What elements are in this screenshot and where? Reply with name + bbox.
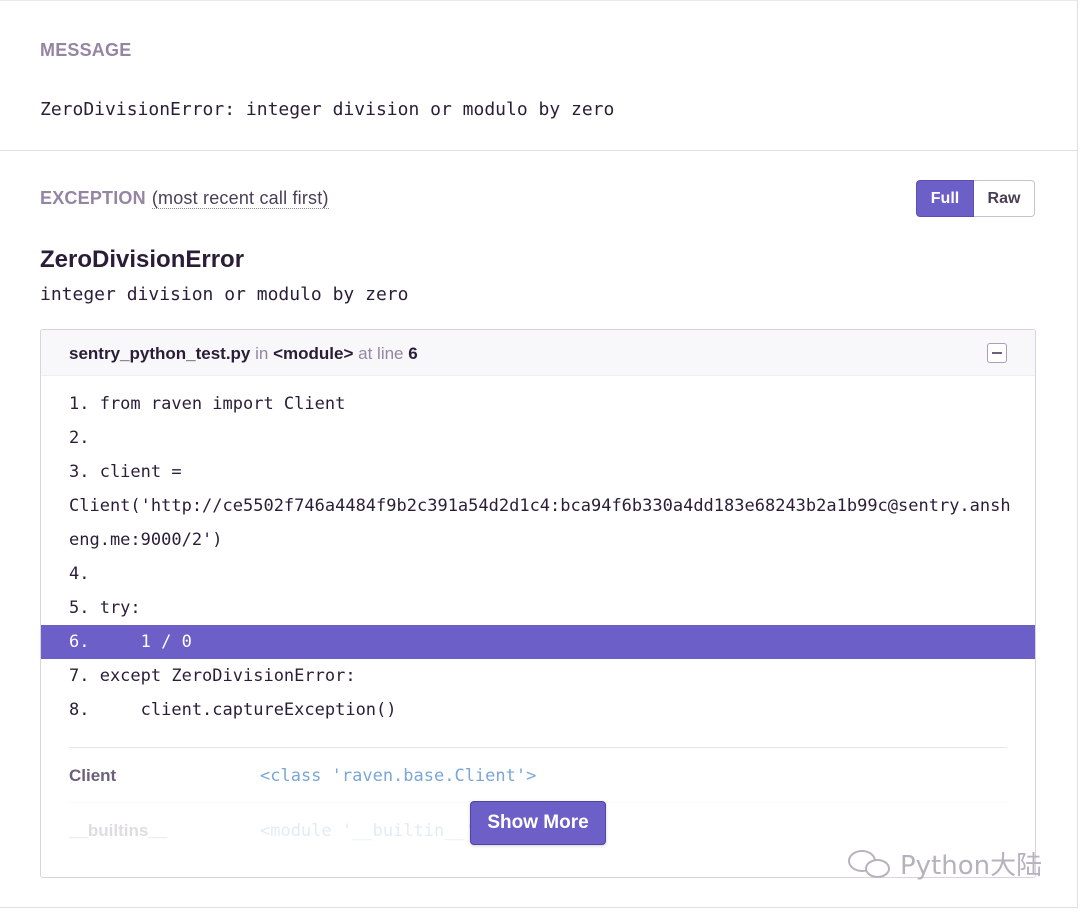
frame-title: sentry_python_test.py in <module> at lin…	[69, 344, 418, 364]
code-line: 7. except ZeroDivisionError:	[69, 666, 356, 686]
exception-heading: EXCEPTION (most recent call first)	[40, 188, 329, 209]
frame-at-line-label: at line	[358, 344, 404, 363]
raw-view-button[interactable]: Raw	[974, 180, 1035, 217]
minus-icon	[992, 352, 1002, 354]
code-line: eng.me:9000/2')	[69, 530, 223, 550]
code-line-active: 6. 1 / 0	[41, 625, 1035, 659]
code-line: 3. client =	[69, 462, 182, 482]
code-line: 4.	[69, 564, 90, 584]
code-line: 8. client.captureException()	[69, 700, 397, 720]
watermark: Python大陆	[848, 845, 1042, 882]
code-line: 2.	[69, 428, 90, 448]
exception-heading-label: EXCEPTION	[40, 188, 146, 208]
watermark-text: Python大陆	[900, 851, 1043, 881]
variable-key: Client	[69, 766, 117, 785]
frame-filename: sentry_python_test.py	[69, 344, 251, 363]
frame-line-number: 6	[408, 344, 418, 363]
stacktrace-view-toggle: Full Raw	[916, 180, 1035, 217]
variable-row: Client <class 'raven.base.Client'>	[69, 747, 1007, 802]
exception-type: ZeroDivisionError	[40, 246, 245, 273]
exception-order-link[interactable]: (most recent call first)	[151, 188, 329, 209]
code-line: Client('http://ce5502f746a4484f9b2c391a5…	[69, 496, 1011, 516]
stack-frame: sentry_python_test.py in <module> at lin…	[40, 329, 1036, 878]
frame-function: <module>	[273, 344, 354, 363]
frame-in-label: in	[255, 344, 269, 363]
full-view-button[interactable]: Full	[916, 180, 974, 217]
message-heading: MESSAGE	[40, 40, 132, 60]
show-more-button[interactable]: Show More	[470, 801, 606, 845]
message-text: ZeroDivisionError: integer division or m…	[40, 99, 615, 120]
exception-value: integer division or modulo by zero	[40, 284, 409, 305]
code-line: 1. from raven import Client	[69, 394, 346, 414]
variable-key: __builtins__	[69, 821, 168, 840]
variable-value: <class 'raven.base.Client'>	[260, 766, 537, 786]
wechat-icon	[848, 848, 894, 880]
collapse-frame-button[interactable]	[987, 343, 1007, 363]
message-section: MESSAGE ZeroDivisionError: integer divis…	[0, 0, 1078, 151]
code-line: 5. try:	[69, 598, 141, 618]
event-details-panel: MESSAGE ZeroDivisionError: integer divis…	[0, 0, 1078, 908]
frame-header[interactable]: sentry_python_test.py in <module> at lin…	[41, 330, 1035, 376]
code-context: 1. from raven import Client 2. 3. client =…	[41, 387, 1035, 727]
variable-value: <module '__builtin__'	[260, 821, 475, 841]
